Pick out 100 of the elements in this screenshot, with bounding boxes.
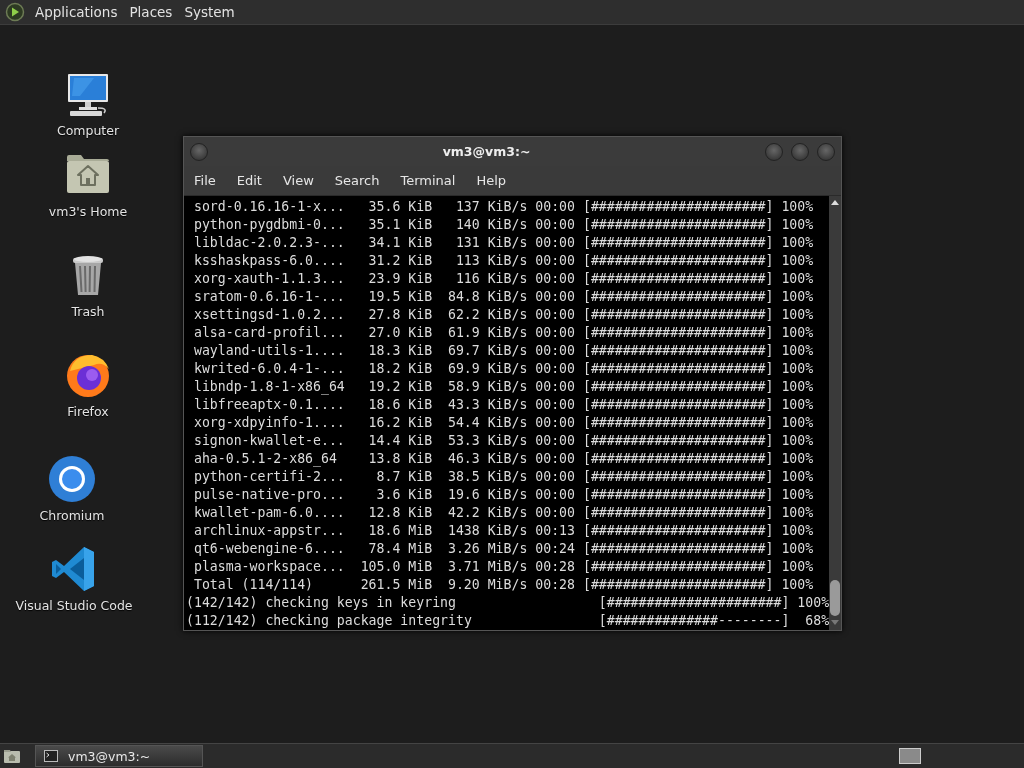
package-name: archlinux-appstr... bbox=[193, 522, 345, 540]
download-rate: 54.4 KiB/s bbox=[446, 414, 528, 432]
download-size: 8.7 KiB bbox=[375, 468, 433, 486]
progress-text: [######################] bbox=[582, 324, 774, 342]
progress-text: [######################] bbox=[582, 306, 774, 324]
workspace-switcher[interactable] bbox=[899, 748, 921, 764]
terminal-icon[interactable] bbox=[44, 750, 58, 762]
download-time: 00:00 bbox=[534, 396, 575, 414]
progress-text: [######################] bbox=[582, 378, 774, 396]
download-time: 00:00 bbox=[534, 198, 575, 216]
package-name: kwrited-6.0.4-1-... bbox=[193, 360, 345, 378]
download-rate: 1438 KiB/s bbox=[446, 522, 528, 540]
download-size: 27.8 KiB bbox=[367, 306, 433, 324]
browser-icon[interactable] bbox=[48, 455, 96, 503]
download-rate: 9.20 MiB/s bbox=[446, 576, 528, 594]
percent-text: 100% bbox=[780, 522, 814, 540]
desktop-icon-label[interactable]: Trash bbox=[71, 304, 105, 319]
download-rate: 19.6 KiB/s bbox=[446, 486, 528, 504]
percent-text: 68% bbox=[804, 612, 830, 630]
package-name: xsettingsd-1.0.2... bbox=[193, 306, 345, 324]
progress-text: [######################] bbox=[582, 198, 774, 216]
download-time: 00:00 bbox=[534, 414, 575, 432]
scrollbar[interactable] bbox=[829, 196, 841, 630]
progress-text: [######################] bbox=[582, 252, 774, 270]
progress-text: [######################] bbox=[582, 414, 774, 432]
progress-text: [######################] bbox=[582, 342, 774, 360]
menu-item[interactable]: View bbox=[282, 173, 314, 188]
download-time: 00:00 bbox=[534, 468, 575, 486]
close-button[interactable] bbox=[817, 142, 835, 161]
desktop-icon-label[interactable]: Computer bbox=[56, 123, 120, 138]
percent-text: 100% bbox=[780, 360, 814, 378]
taskbar-button[interactable]: vm3@vm3:~ bbox=[35, 745, 203, 767]
window-menu-button[interactable] bbox=[190, 142, 208, 161]
package-name: kwallet-pam-6.0.... bbox=[193, 504, 345, 522]
download-size: 34.1 KiB bbox=[367, 234, 433, 252]
package-name: libfreeaptx-0.1.... bbox=[193, 396, 345, 414]
download-size: 3.6 KiB bbox=[375, 486, 433, 504]
download-size: 13.8 KiB bbox=[367, 450, 433, 468]
step-text: (142/142) checking keys in keyring bbox=[186, 594, 457, 612]
download-size: 19.5 KiB bbox=[367, 288, 433, 306]
progress-text: [######################] bbox=[582, 360, 774, 378]
download-time: 00:00 bbox=[534, 450, 575, 468]
progress-text: [######################] bbox=[582, 270, 774, 288]
download-rate: 84.8 KiB/s bbox=[446, 288, 528, 306]
download-time: 00:00 bbox=[534, 288, 575, 306]
download-rate: 61.9 KiB/s bbox=[446, 324, 528, 342]
download-size: 27.0 KiB bbox=[367, 324, 433, 342]
menu-item[interactable]: Search bbox=[334, 173, 380, 188]
download-size: 18.3 KiB bbox=[367, 342, 433, 360]
download-size: 105.0 MiB bbox=[359, 558, 433, 576]
panel-menu[interactable]: System bbox=[180, 4, 243, 20]
scroll-down-arrow[interactable] bbox=[831, 620, 840, 625]
download-time: 00:24 bbox=[534, 540, 575, 558]
percent-text: 100% bbox=[780, 216, 814, 234]
maximize-button[interactable] bbox=[791, 142, 809, 161]
menu-item[interactable]: Help bbox=[476, 173, 507, 188]
download-size: 23.9 KiB bbox=[367, 270, 433, 288]
download-rate: 42.2 KiB/s bbox=[446, 504, 528, 522]
step-text: (112/142) checking package integrity bbox=[186, 612, 473, 630]
download-rate: 137 KiB/s bbox=[454, 198, 528, 216]
panel-menu[interactable]: Applications bbox=[31, 4, 126, 20]
percent-text: 100% bbox=[780, 270, 814, 288]
app-menu-icon[interactable] bbox=[5, 2, 25, 22]
progress-text: [######################] bbox=[582, 522, 774, 540]
menu-item[interactable]: Terminal bbox=[400, 173, 456, 188]
scroll-up-arrow[interactable] bbox=[831, 200, 840, 205]
download-time: 00:13 bbox=[534, 522, 575, 540]
panel-menu[interactable]: Places bbox=[125, 4, 181, 20]
download-size: 18.6 MiB bbox=[367, 522, 433, 540]
desktop-icon-label[interactable]: Chromium bbox=[39, 508, 105, 523]
show-desktop-icon[interactable] bbox=[3, 748, 21, 764]
download-rate: 58.9 KiB/s bbox=[446, 378, 528, 396]
desktop-icon-label[interactable]: Firefox bbox=[67, 404, 109, 419]
percent-text: 100% bbox=[780, 540, 814, 558]
package-name: Total (114/114) bbox=[193, 576, 315, 594]
percent-text: 100% bbox=[780, 396, 814, 414]
desktop-icon-label[interactable]: vm3's Home bbox=[48, 204, 128, 219]
download-time: 00:00 bbox=[534, 378, 575, 396]
progress-text: [######################] bbox=[598, 594, 790, 612]
download-size: 31.2 KiB bbox=[367, 252, 433, 270]
download-size: 35.1 KiB bbox=[367, 216, 433, 234]
menu-item[interactable]: Edit bbox=[236, 173, 262, 188]
download-size: 18.2 KiB bbox=[367, 360, 433, 378]
progress-text: [######################] bbox=[582, 450, 774, 468]
desktop-icon-label[interactable]: Visual Studio Code bbox=[15, 598, 133, 613]
download-time: 00:00 bbox=[534, 486, 575, 504]
package-name: libndp-1.8-1-x86_64 bbox=[193, 378, 345, 396]
download-size: 261.5 MiB bbox=[359, 576, 433, 594]
percent-text: 100% bbox=[780, 324, 814, 342]
download-rate: 3.71 MiB/s bbox=[446, 558, 528, 576]
percent-text: 100% bbox=[780, 234, 814, 252]
download-size: 16.2 KiB bbox=[367, 414, 433, 432]
package-name: ksshaskpass-6.0.... bbox=[193, 252, 345, 270]
minimize-button[interactable] bbox=[765, 142, 783, 161]
menu-item[interactable]: File bbox=[194, 173, 216, 188]
progress-text: [######################] bbox=[582, 432, 774, 450]
percent-text: 100% bbox=[780, 198, 814, 216]
download-time: 00:28 bbox=[534, 558, 575, 576]
scroll-thumb[interactable] bbox=[830, 580, 840, 616]
download-time: 00:00 bbox=[534, 306, 575, 324]
